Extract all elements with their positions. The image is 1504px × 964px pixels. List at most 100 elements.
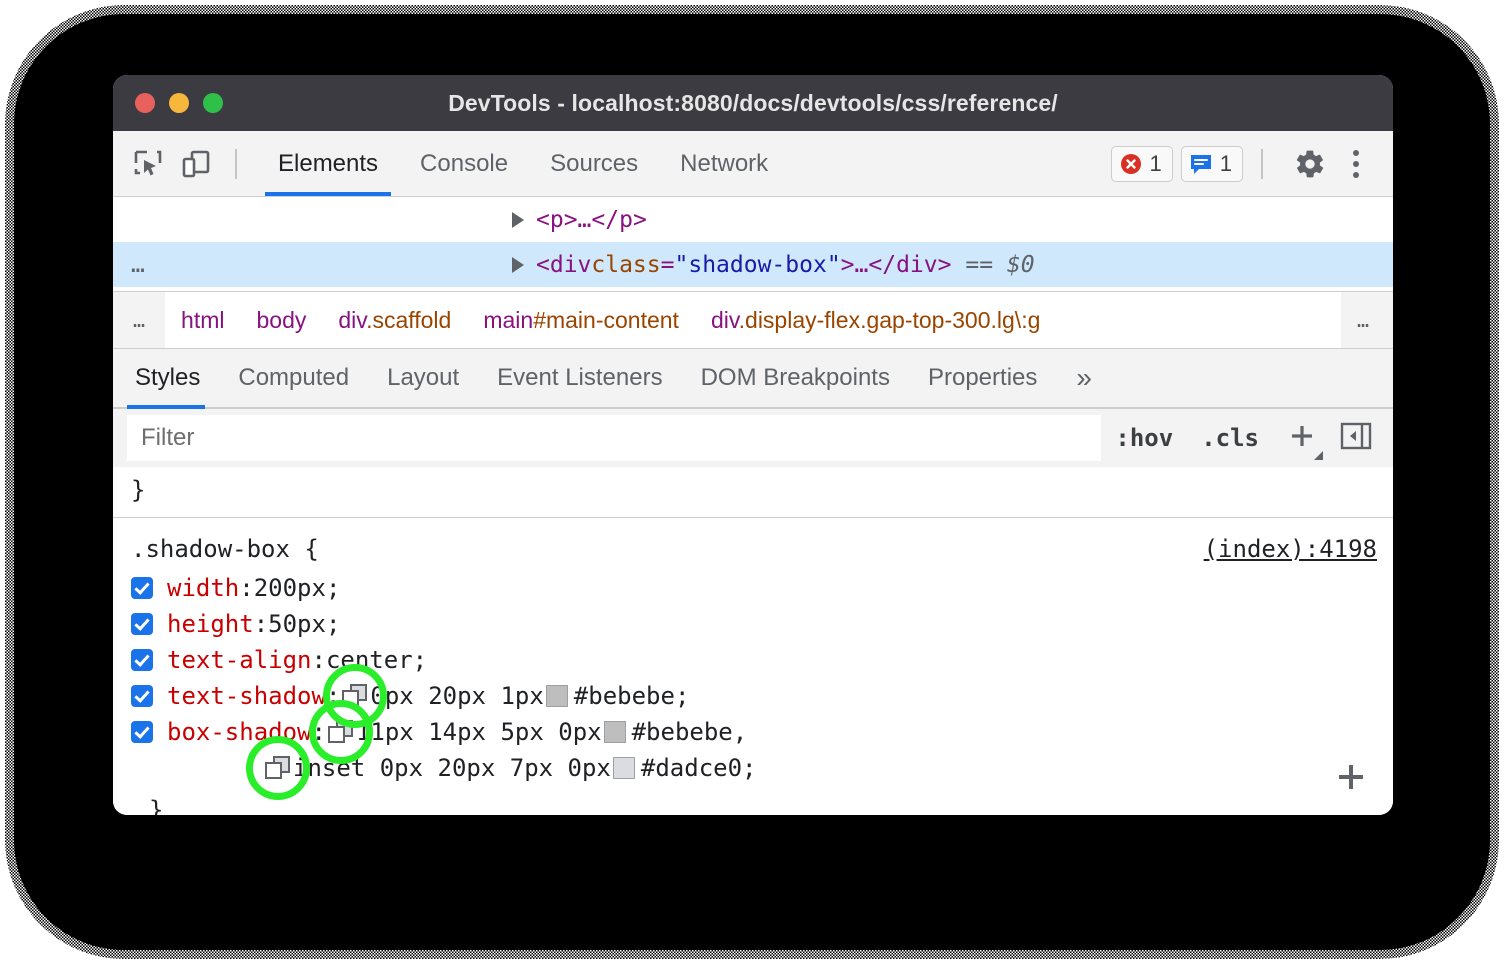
expand-triangle-icon[interactable]	[512, 212, 524, 228]
shadow-editor-icon[interactable]	[265, 756, 291, 780]
filter-input[interactable]	[127, 415, 1101, 461]
breadcrumb-item-div-flex[interactable]: div.display-flex.gap-top-300.lg\:g	[695, 307, 1056, 334]
css-selector[interactable]: .shadow-box {	[131, 528, 319, 570]
previous-rule-closing-brace: }	[113, 467, 1393, 517]
property-value[interactable]: 0px 20px 1px	[370, 678, 543, 714]
declaration-checkbox[interactable]	[131, 721, 153, 743]
tab-event-listeners-label: Event Listeners	[497, 364, 662, 392]
tab-network[interactable]: Network	[659, 131, 789, 196]
property-colon: :	[312, 642, 326, 678]
sidebar-toggle-button[interactable]	[1327, 419, 1379, 458]
dom-tree[interactable]: <p>…</p> … <div class="shadow-box">…</di…	[113, 197, 1393, 291]
color-value[interactable]: #bebebe,	[632, 714, 748, 750]
property-name[interactable]: text-align	[167, 642, 312, 678]
property-value[interactable]: inset 0px 20px 7px 0px	[293, 750, 611, 786]
error-icon	[1119, 152, 1143, 176]
property-colon: :	[312, 714, 326, 750]
color-swatch[interactable]	[604, 721, 626, 743]
cls-button[interactable]: .cls	[1187, 424, 1273, 452]
styles-filter-bar: :hov .cls	[113, 409, 1393, 467]
gear-icon[interactable]	[1293, 147, 1327, 181]
tab-layout-label: Layout	[387, 364, 459, 392]
minimize-button[interactable]	[169, 93, 189, 113]
tab-sources[interactable]: Sources	[529, 131, 659, 196]
tab-styles[interactable]: Styles	[113, 349, 219, 407]
dom-attr-value: "shadow-box"	[675, 252, 841, 278]
close-button[interactable]	[135, 93, 155, 113]
error-count-badge[interactable]: 1	[1111, 146, 1173, 182]
dom-row-shadow-box[interactable]: … <div class="shadow-box">…</div> == $0	[113, 242, 1393, 287]
tab-computed[interactable]: Computed	[219, 349, 368, 407]
shadow-editor-icon[interactable]	[328, 720, 354, 744]
kebab-menu-icon[interactable]	[1341, 147, 1371, 181]
dom-selected-marker: == $0	[965, 252, 1034, 278]
breadcrumb-item-div-scaffold-class: .scaffold	[366, 307, 451, 333]
declaration-checkbox[interactable]	[131, 649, 153, 671]
dropdown-corner-icon	[1314, 451, 1323, 460]
tab-properties[interactable]: Properties	[909, 349, 1056, 407]
css-declaration-box-shadow[interactable]: box-shadow: 11px 14px 5px 0px #bebebe,	[131, 714, 1393, 750]
devtools-window: DevTools - localhost:8080/docs/devtools/…	[113, 75, 1393, 815]
dom-p-open: <p>	[536, 207, 578, 233]
color-value[interactable]: #dadce0;	[641, 750, 757, 786]
breadcrumb-item-div-scaffold[interactable]: div.scaffold	[322, 307, 467, 334]
css-rule-origin-link[interactable]: (index):4198	[1204, 528, 1377, 570]
dom-row-ellipsis-selected[interactable]: …	[113, 252, 205, 278]
property-value[interactable]: 11px 14px 5px 0px	[356, 714, 602, 750]
tab-console[interactable]: Console	[399, 131, 529, 196]
css-declaration-height[interactable]: height: 50px;	[131, 606, 1393, 642]
breadcrumb-item-body-tag: body	[257, 307, 307, 333]
property-value[interactable]: 200px;	[254, 570, 341, 606]
color-swatch[interactable]	[546, 685, 568, 707]
new-style-rule-button[interactable]	[1273, 421, 1327, 456]
declaration-checkbox[interactable]	[131, 613, 153, 635]
panel-tabs: Elements Console Sources Network	[257, 131, 789, 196]
declaration-checkbox[interactable]	[131, 577, 153, 599]
css-declaration-box-shadow-inset[interactable]: inset 0px 20px 7px 0px #dadce0;	[131, 750, 1393, 786]
expand-triangle-icon-selected[interactable]	[512, 257, 524, 273]
css-declaration-width[interactable]: width: 200px;	[131, 570, 1393, 606]
property-value[interactable]: 50px;	[268, 606, 340, 642]
device-toolbar-icon[interactable]	[179, 147, 213, 181]
maximize-button[interactable]	[203, 93, 223, 113]
property-name[interactable]: box-shadow	[167, 714, 312, 750]
tab-properties-label: Properties	[928, 364, 1037, 392]
styles-pane[interactable]: } .shadow-box { (index):4198 width: 200p…	[113, 467, 1393, 815]
property-value[interactable]: center;	[326, 642, 427, 678]
breadcrumb-item-html[interactable]: html	[165, 307, 240, 334]
tab-styles-label: Styles	[135, 364, 200, 392]
message-count-badge[interactable]: 1	[1181, 146, 1243, 182]
dom-row-p[interactable]: <p>…</p>	[113, 197, 1393, 242]
toolbar-divider-2	[1261, 149, 1263, 179]
property-name[interactable]: width	[167, 570, 239, 606]
property-name[interactable]: text-shadow	[167, 678, 326, 714]
sidebar-pane-tabs: Styles Computed Layout Event Listeners D…	[113, 349, 1393, 409]
css-rule-shadow-box[interactable]: .shadow-box { (index):4198 width: 200px;…	[113, 517, 1393, 815]
tab-elements-label: Elements	[278, 150, 378, 178]
hov-button[interactable]: :hov	[1101, 424, 1187, 452]
tab-layout[interactable]: Layout	[368, 349, 478, 407]
declaration-checkbox[interactable]	[131, 685, 153, 707]
tab-dom-breakpoints-label: DOM Breakpoints	[701, 364, 890, 392]
dom-gt: >	[841, 252, 855, 278]
css-rule-closing-brace: }	[131, 786, 1393, 815]
dom-attr-eq: =	[661, 252, 675, 278]
property-name[interactable]: height	[167, 606, 254, 642]
color-swatch[interactable]	[613, 757, 635, 779]
more-tabs-chevron-icon[interactable]: »	[1056, 349, 1112, 407]
css-declaration-text-align[interactable]: text-align: center;	[131, 642, 1393, 678]
breadcrumb-tail-ellipsis[interactable]: …	[1341, 292, 1393, 348]
color-value[interactable]: #bebebe;	[574, 678, 690, 714]
message-icon	[1189, 152, 1213, 176]
tab-elements[interactable]: Elements	[257, 131, 399, 196]
breadcrumb-item-body[interactable]: body	[241, 307, 323, 334]
breadcrumb-lead-ellipsis[interactable]: …	[113, 308, 165, 332]
inspect-element-icon[interactable]	[131, 147, 165, 181]
breadcrumb-item-main[interactable]: main#main-content	[467, 307, 695, 334]
css-declaration-text-shadow[interactable]: text-shadow: 0px 20px 1px #bebebe;	[131, 678, 1393, 714]
tab-dom-breakpoints[interactable]: DOM Breakpoints	[682, 349, 909, 407]
add-declaration-button[interactable]	[1333, 759, 1369, 801]
window-title: DevTools - localhost:8080/docs/devtools/…	[113, 90, 1393, 117]
shadow-editor-icon[interactable]	[342, 684, 368, 708]
tab-event-listeners[interactable]: Event Listeners	[478, 349, 681, 407]
